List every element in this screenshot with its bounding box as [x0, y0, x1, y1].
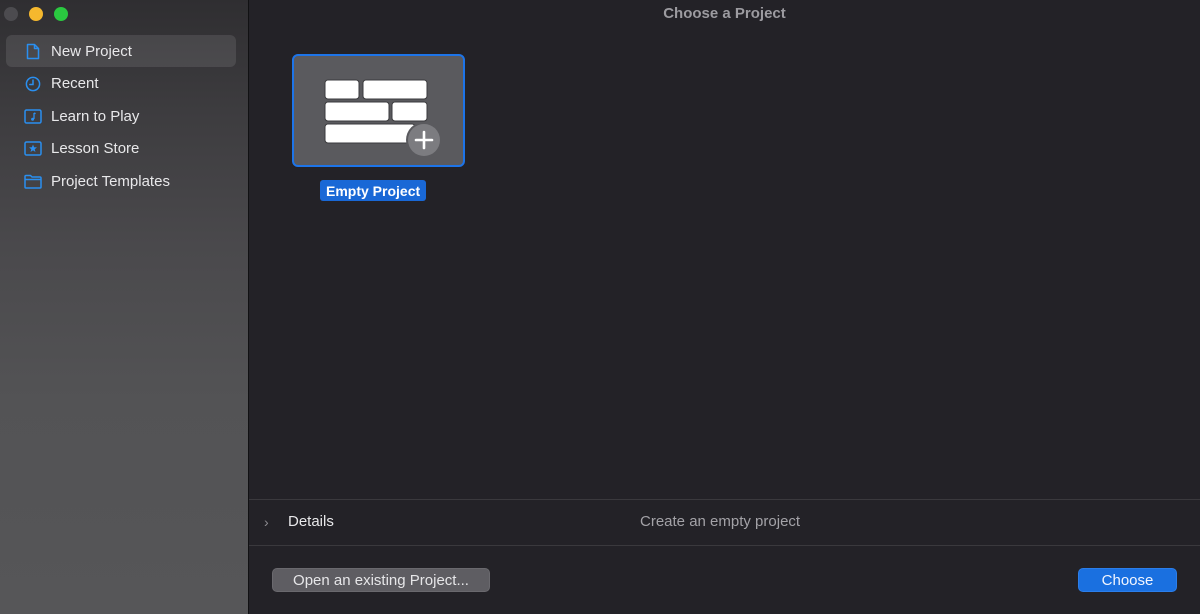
choose-button[interactable]: Choose — [1078, 568, 1177, 592]
sidebar-item-label: New Project — [51, 42, 132, 60]
folder-icon — [24, 172, 42, 190]
clock-icon — [24, 75, 42, 93]
details-row: › Details Create an empty project — [249, 500, 1200, 545]
main-panel: Choose a Project Empty Project › Details… — [249, 0, 1200, 614]
star-icon — [24, 140, 42, 158]
sidebar-item-label: Project Templates — [51, 172, 170, 190]
window-controls — [4, 7, 68, 21]
minimize-window-button[interactable] — [29, 7, 43, 21]
chevron-right-icon[interactable]: › — [264, 514, 269, 530]
sidebar-item-label: Lesson Store — [51, 140, 140, 157]
empty-project-add-icon — [324, 79, 442, 158]
sidebar-item-label: Learn to Play — [51, 107, 140, 125]
details-toggle[interactable]: Details — [288, 513, 334, 530]
details-description: Create an empty project — [640, 513, 801, 530]
sidebar-list: New Project Recent Learn to Play Lesson … — [6, 35, 236, 198]
sidebar-item-project-templates[interactable]: Project Templates — [6, 165, 236, 197]
window-title: Choose a Project — [663, 5, 786, 22]
sidebar-item-recent[interactable]: Recent — [6, 68, 236, 100]
sidebar: New Project Recent Learn to Play Lesson … — [0, 0, 249, 614]
document-icon — [24, 42, 42, 60]
maximize-window-button[interactable] — [54, 7, 68, 21]
empty-project-label[interactable]: Empty Project — [320, 180, 427, 201]
sidebar-item-lesson-store[interactable]: Lesson Store — [6, 133, 236, 165]
sidebar-item-new-project[interactable]: New Project — [6, 35, 236, 67]
divider — [249, 545, 1200, 546]
music-note-icon — [24, 107, 42, 125]
open-existing-project-button[interactable]: Open an existing Project... — [272, 568, 490, 592]
project-chooser-window: New Project Recent Learn to Play Lesson … — [0, 0, 1200, 614]
empty-project-tile[interactable] — [292, 54, 465, 167]
sidebar-item-learn-to-play[interactable]: Learn to Play — [6, 100, 236, 132]
close-window-button[interactable] — [4, 7, 18, 21]
sidebar-item-label: Recent — [51, 75, 99, 92]
